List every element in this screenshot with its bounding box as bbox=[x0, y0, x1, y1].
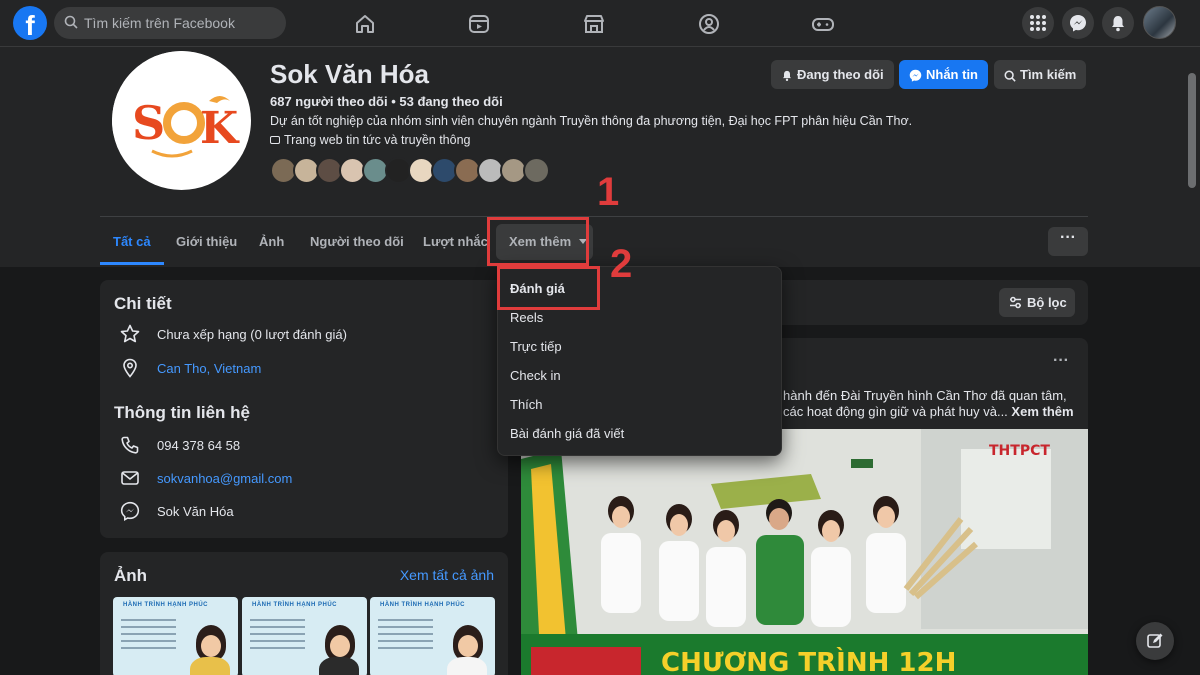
search-placeholder: Tìm kiếm trên Facebook bbox=[84, 15, 235, 31]
search-page-label: Tìm kiếm bbox=[1020, 67, 1077, 82]
messenger-icon bbox=[909, 69, 922, 82]
bell-icon bbox=[1112, 16, 1124, 32]
profile-avatar-logo[interactable]: S K bbox=[112, 51, 251, 190]
svg-text:K: K bbox=[200, 103, 240, 154]
messenger-text: Sok Văn Hóa bbox=[157, 504, 234, 519]
compose-icon bbox=[1147, 633, 1163, 648]
tab-about[interactable]: Giới thiệu bbox=[163, 219, 250, 265]
top-navbar: f Tìm kiếm trên Facebook bbox=[0, 0, 1200, 47]
tab-followers[interactable]: Người theo dõi bbox=[297, 219, 417, 265]
header-divider bbox=[100, 216, 1088, 217]
watch-video-icon[interactable] bbox=[467, 12, 491, 36]
messenger-icon bbox=[120, 501, 140, 521]
annotation-box-1 bbox=[487, 217, 589, 266]
more-options-button[interactable]: ··· bbox=[1048, 227, 1088, 256]
gaming-icon[interactable] bbox=[811, 12, 835, 36]
photo-thumbnail[interactable]: HÀNH TRÌNH HẠNH PHÚC bbox=[113, 597, 238, 675]
account-avatar[interactable] bbox=[1143, 6, 1176, 39]
messenger-icon bbox=[1070, 15, 1086, 32]
grid-icon bbox=[1030, 15, 1046, 31]
following-button[interactable]: Đang theo dõi bbox=[771, 60, 894, 89]
following-label: Đang theo dõi bbox=[797, 67, 884, 82]
messenger-button[interactable] bbox=[1062, 7, 1094, 39]
notifications-button[interactable] bbox=[1102, 7, 1134, 39]
follow-stats: 687 người theo dõi • 53 đang theo dõi bbox=[270, 94, 503, 109]
photo-caption: HÀNH TRÌNH HẠNH PHÚC bbox=[123, 602, 208, 608]
search-page-button[interactable]: Tìm kiếm bbox=[994, 60, 1087, 89]
contact-title: Thông tin liên hệ bbox=[114, 403, 250, 422]
category-label: Trang web tin tức và truyền thông bbox=[284, 133, 471, 147]
photo-caption: HÀNH TRÌNH HẠNH PHÚC bbox=[380, 602, 465, 608]
post-text-line1: hành đến Đài Truyền hình Cần Thơ đã quan… bbox=[783, 388, 1067, 403]
email-link[interactable]: sokvanhoa@gmail.com bbox=[157, 471, 292, 486]
menu-item-reviews-written[interactable]: Bài đánh giá đã viết bbox=[510, 420, 624, 448]
groups-icon[interactable] bbox=[697, 12, 721, 36]
search-icon bbox=[1004, 70, 1016, 82]
marketplace-icon[interactable] bbox=[582, 12, 606, 36]
page-description: Dự án tốt nghiệp của nhóm sinh viên chuy… bbox=[270, 114, 913, 128]
filter-button[interactable]: Bộ lọc bbox=[999, 288, 1075, 317]
message-label: Nhắn tin bbox=[926, 67, 978, 82]
photo-caption: HÀNH TRÌNH HẠNH PHÚC bbox=[252, 602, 337, 608]
page-category: Trang web tin tức và truyền thông bbox=[270, 133, 470, 147]
details-card: Chi tiết Chưa xếp hạng (0 lượt đánh giá)… bbox=[100, 280, 508, 538]
post-image[interactable]: CHƯƠNG TRÌNH 12H THTPCT bbox=[521, 429, 1088, 675]
annotation-box-2 bbox=[497, 266, 600, 310]
new-message-button[interactable] bbox=[1136, 622, 1174, 660]
facebook-logo-icon[interactable]: f bbox=[13, 6, 47, 40]
tab-photos[interactable]: Ảnh bbox=[246, 219, 297, 265]
menu-item-likes[interactable]: Thích bbox=[510, 391, 543, 419]
page-title: Sok Văn Hóa bbox=[270, 59, 429, 89]
following-count[interactable]: 53 đang theo dõi bbox=[399, 94, 502, 109]
banner-text: CHƯƠNG TRÌNH 12H bbox=[661, 646, 956, 675]
rating-text: Chưa xếp hạng (0 lượt đánh giá) bbox=[157, 327, 347, 342]
menu-item-live[interactable]: Trực tiếp bbox=[510, 333, 562, 361]
message-button[interactable]: Nhắn tin bbox=[899, 60, 988, 89]
home-icon[interactable] bbox=[353, 12, 377, 36]
photo-thumbnail[interactable]: HÀNH TRÌNH HẠNH PHÚC bbox=[242, 597, 367, 675]
star-icon bbox=[120, 324, 140, 343]
post-see-more-link[interactable]: Xem thêm bbox=[1011, 404, 1073, 419]
svg-text:S: S bbox=[132, 96, 165, 150]
search-input[interactable]: Tìm kiếm trên Facebook bbox=[54, 7, 286, 39]
post-text-line2: các hoạt động gìn giữ và phát huy và... … bbox=[783, 404, 1074, 419]
followers-count[interactable]: 687 người theo dõi bbox=[270, 94, 388, 109]
post-photo-graphic: CHƯƠNG TRÌNH 12H THTPCT bbox=[521, 429, 1088, 675]
channel-logo-text: THTPCT bbox=[989, 443, 1050, 459]
search-icon bbox=[64, 15, 78, 29]
phone-text: 094 378 64 58 bbox=[157, 438, 241, 453]
menu-grid-button[interactable] bbox=[1022, 7, 1054, 39]
category-icon bbox=[270, 136, 280, 144]
details-title: Chi tiết bbox=[114, 294, 172, 313]
tab-all[interactable]: Tất cả bbox=[100, 219, 164, 265]
annotation-number-2: 2 bbox=[610, 242, 633, 286]
location-pin-icon bbox=[123, 358, 137, 378]
filter-label: Bộ lọc bbox=[1027, 295, 1067, 310]
phone-icon bbox=[121, 436, 139, 454]
sok-logo-icon: S K bbox=[112, 51, 250, 189]
sliders-icon bbox=[1010, 296, 1021, 309]
photo-thumbnail[interactable]: HÀNH TRÌNH HẠNH PHÚC bbox=[370, 597, 495, 675]
bell-icon bbox=[783, 70, 791, 82]
email-icon bbox=[121, 471, 139, 485]
annotation-number-1: 1 bbox=[597, 170, 620, 214]
menu-item-check-in[interactable]: Check in bbox=[510, 362, 561, 390]
see-all-photos-link[interactable]: Xem tất cả ảnh bbox=[400, 567, 494, 583]
post-options-button[interactable]: ··· bbox=[1053, 352, 1069, 370]
post-text-line2-label: các hoạt động gìn giữ và phát huy và... bbox=[783, 404, 1008, 419]
photos-title: Ảnh bbox=[114, 566, 148, 585]
scrollbar[interactable] bbox=[1188, 73, 1196, 188]
location-link[interactable]: Can Tho, Vietnam bbox=[157, 361, 261, 376]
